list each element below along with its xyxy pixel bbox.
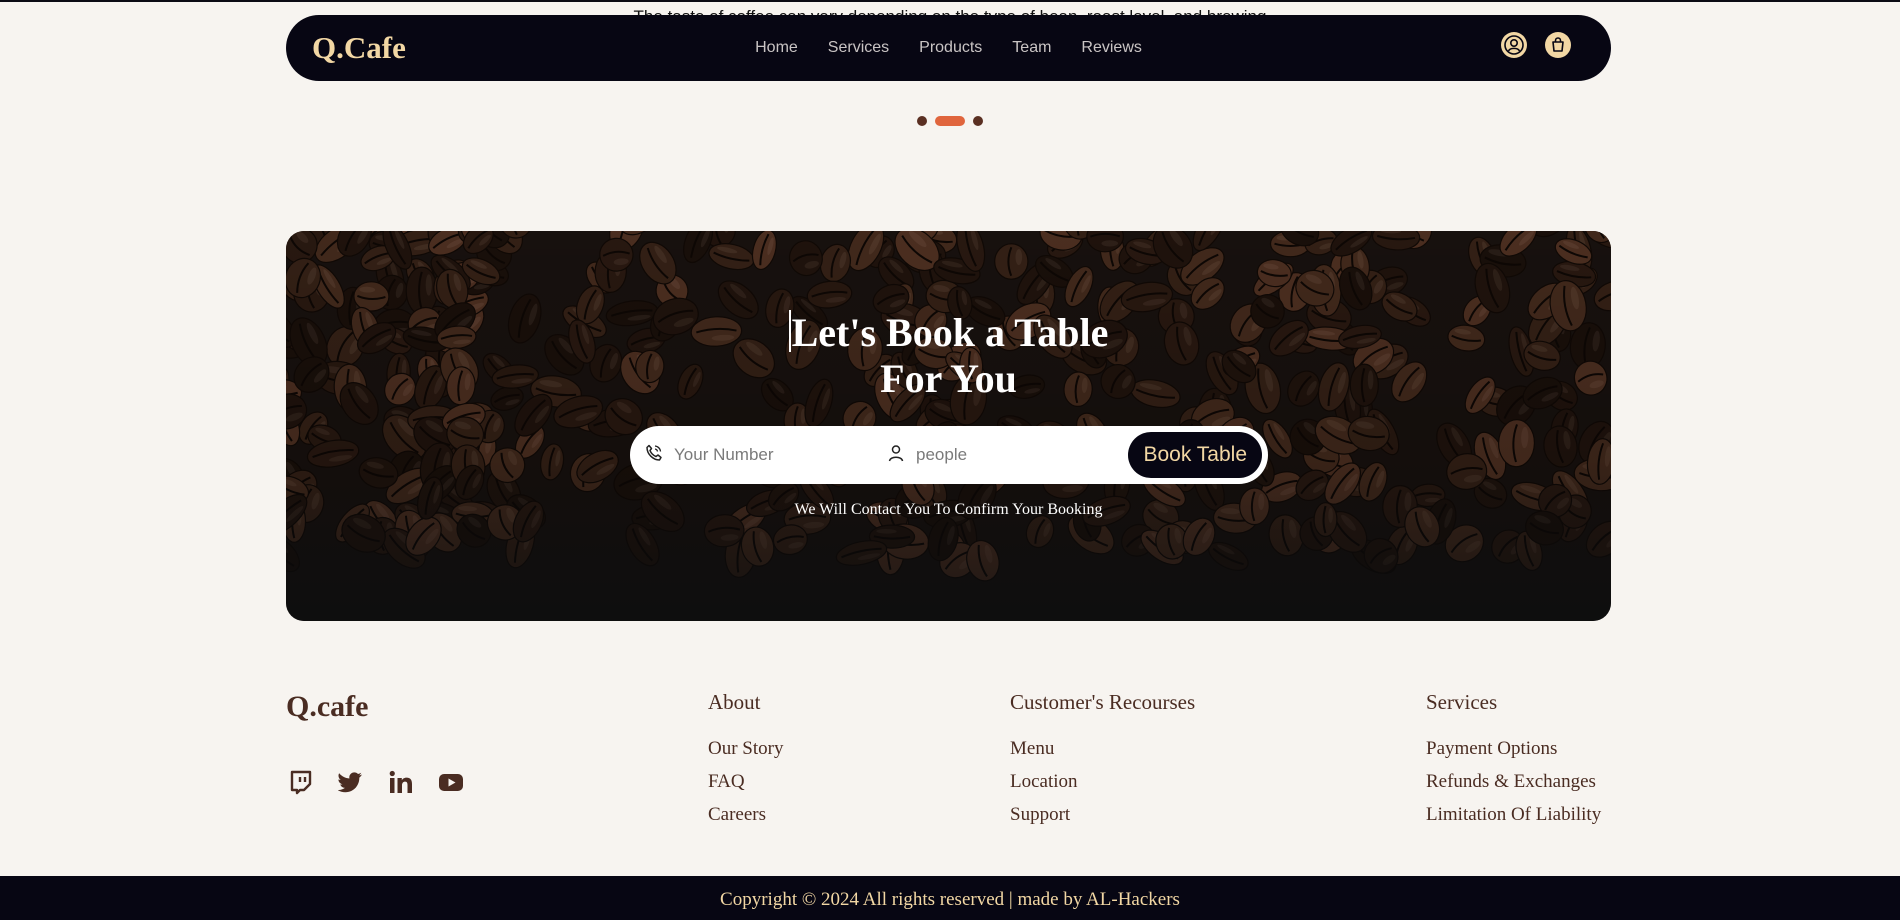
copyright-bar: Copyright © 2024 All rights reserved | m… [0, 876, 1900, 920]
footer-heading-about: About [708, 690, 761, 714]
booking-title-line2: For You [880, 356, 1017, 401]
carousel-dots [0, 116, 1900, 126]
people-input[interactable] [916, 445, 1116, 465]
person-icon [886, 443, 906, 468]
footer-link-support[interactable]: Support [1010, 798, 1195, 831]
carousel-dot-2[interactable] [935, 116, 965, 126]
footer-link-faq[interactable]: FAQ [708, 765, 783, 798]
youtube-icon[interactable] [438, 769, 464, 795]
page-top-border [0, 0, 1900, 2]
footer-column-resources: Customer's Recourses Menu Location Suppo… [1010, 690, 1195, 831]
nav-link-services[interactable]: Services [828, 39, 889, 57]
phone-input[interactable] [674, 445, 874, 465]
booking-banner: Let's Book a Table For You Book T [286, 231, 1611, 621]
footer-link-careers[interactable]: Careers [708, 798, 783, 831]
nav-link-home[interactable]: Home [755, 39, 798, 57]
footer-link-payment-options[interactable]: Payment Options [1426, 732, 1601, 765]
footer-brand[interactable]: Q.cafe [286, 690, 368, 724]
nav-link-team[interactable]: Team [1012, 39, 1051, 57]
booking-title: Let's Book a Table For You [286, 310, 1611, 402]
shopping-bag-icon[interactable] [1545, 32, 1571, 58]
carousel-dot-1[interactable] [917, 116, 927, 126]
twitter-icon[interactable] [338, 769, 364, 795]
navbar: Q.Cafe Home Services Products Team Revie… [286, 15, 1611, 81]
logo[interactable]: Q.Cafe [312, 30, 512, 66]
footer-link-refunds[interactable]: Refunds & Exchanges [1426, 765, 1601, 798]
footer-link-our-story[interactable]: Our Story [708, 732, 783, 765]
footer-link-location[interactable]: Location [1010, 765, 1195, 798]
footer-heading-services: Services [1426, 690, 1498, 714]
text-caret [788, 310, 791, 352]
nav-icons [1501, 32, 1571, 58]
footer-link-menu[interactable]: Menu [1010, 732, 1195, 765]
phone-icon [644, 443, 664, 468]
footer-heading-resources: Customer's Recourses [1010, 690, 1196, 714]
social-links [288, 769, 464, 795]
booking-note: We Will Contact You To Confirm Your Book… [794, 501, 1103, 518]
footer-link-liability[interactable]: Limitation Of Liability [1426, 798, 1601, 831]
carousel-dot-3[interactable] [973, 116, 983, 126]
booking-title-line1: Let's Book a Table [791, 310, 1109, 355]
footer-column-services: Services Payment Options Refunds & Excha… [1426, 690, 1601, 831]
footer-column-about: About Our Story FAQ Careers [708, 690, 783, 831]
phone-field [644, 443, 886, 468]
people-field [886, 443, 1128, 468]
booking-form: Book Table [630, 426, 1268, 484]
linkedin-icon[interactable] [388, 769, 414, 795]
book-table-button[interactable]: Book Table [1128, 432, 1262, 478]
nav-link-products[interactable]: Products [919, 39, 982, 57]
twitch-icon[interactable] [288, 769, 314, 795]
nav-link-reviews[interactable]: Reviews [1081, 39, 1141, 57]
user-icon[interactable] [1501, 32, 1527, 58]
